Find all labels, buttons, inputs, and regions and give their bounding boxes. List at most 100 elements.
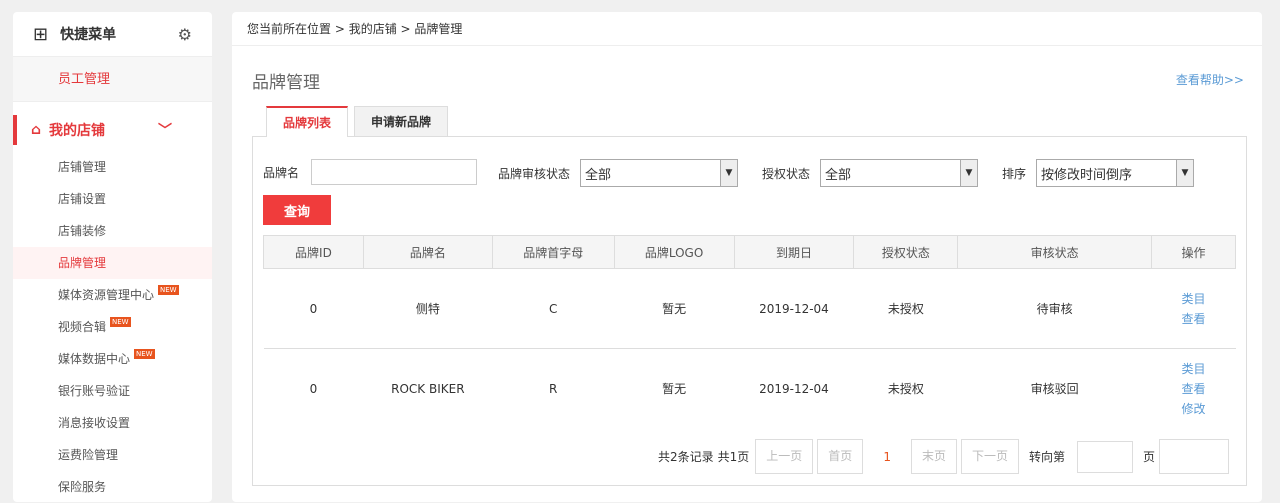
- grid-icon: ⊞: [33, 23, 49, 45]
- chevron-down-icon: ▼: [720, 160, 738, 186]
- sidebar-item[interactable]: 运费险管理: [13, 439, 212, 471]
- sidebar-item[interactable]: 店铺装修: [13, 215, 212, 247]
- goto-button[interactable]: [1159, 439, 1230, 474]
- column-header: 品牌名: [362, 235, 493, 269]
- brand-table: 品牌ID 品牌名 品牌首字母 品牌LOGO 到期日 授权状态 审核状态 操作 0 侧特 C 暂无 201…: [263, 235, 1236, 429]
- sidebar-item[interactable]: 保险服务: [13, 471, 212, 503]
- section-label: 我的店铺: [49, 123, 106, 139]
- table-cell: 暂无: [614, 268, 735, 349]
- sidebar-item[interactable]: 视频合辑 NEW: [13, 311, 212, 343]
- operations-cell: 类目 查看 修改: [1151, 348, 1236, 429]
- table-cell: 2019-12-04: [734, 268, 854, 349]
- quick-menu-title: 快捷菜单: [60, 27, 117, 43]
- auth-status-label: 授权状态: [762, 166, 811, 181]
- sort-select[interactable]: 按修改时间倒序 ▼: [1036, 159, 1195, 187]
- current-page[interactable]: 1: [867, 450, 907, 464]
- goto-label: 转向第: [1028, 450, 1065, 464]
- breadcrumb-current: 品牌管理: [414, 22, 463, 36]
- chevron-down-icon: ﹀: [158, 123, 172, 139]
- pagination: 共2条记录 共1页 上一页 首页 1 末页 下一页 转向第 页: [658, 439, 1230, 474]
- breadcrumb: 您当前所在位置 > 我的店铺 > 品牌管理: [232, 12, 1262, 46]
- sidebar-item-label: 媒体资源管理中心: [58, 288, 155, 302]
- column-header: 品牌LOGO: [613, 235, 735, 269]
- sidebar: ⊞ 快捷菜单 ⚙ 员工管理 ⌂ 我的店铺 ﹀ 店铺管理店铺设置店铺装修品牌管理媒…: [13, 12, 212, 502]
- brand-panel: 品牌名 品牌审核状态 全部 ▼ 授权状态 全部 ▼ 排序 按修改时间倒序 ▼ 查询 品牌ID…: [252, 136, 1247, 486]
- sidebar-item[interactable]: 银行账号验证: [13, 375, 212, 407]
- sidebar-item[interactable]: 消息接收设置: [13, 407, 212, 439]
- sidebar-item-label: 运费险管理: [58, 448, 119, 462]
- sidebar-item-label: 店铺装修: [58, 224, 107, 238]
- table-cell: ROCK BIKER: [363, 348, 493, 429]
- breadcrumb-prefix: 您当前所在位置: [247, 22, 332, 36]
- op-link[interactable]: 类目: [1152, 289, 1236, 309]
- page-title: 品牌管理: [252, 73, 320, 93]
- store-icon: ⌂: [31, 122, 42, 138]
- table-cell: 暂无: [614, 348, 735, 429]
- table-cell: 2019-12-04: [734, 348, 854, 429]
- sidebar-item[interactable]: 媒体资源管理中心 NEW: [13, 279, 212, 311]
- sidebar-item-label: 店铺设置: [58, 192, 107, 206]
- table-cell: 0: [263, 268, 364, 349]
- goto-page-input[interactable]: [1077, 440, 1133, 473]
- column-header: 品牌ID: [263, 235, 364, 269]
- sidebar-item[interactable]: 品牌管理: [13, 247, 212, 279]
- sidebar-item-label: 银行账号验证: [58, 384, 131, 398]
- sidebar-item-label: 消息接收设置: [58, 416, 131, 430]
- table-cell: 审核驳回: [957, 348, 1152, 429]
- audit-status-select[interactable]: 全部 ▼: [580, 159, 739, 187]
- sidebar-section-my-shop[interactable]: ⌂ 我的店铺 ﹀: [13, 115, 212, 145]
- brand-name-label: 品牌名: [263, 165, 300, 180]
- sidebar-item[interactable]: 店铺设置: [13, 183, 212, 215]
- gear-icon[interactable]: ⚙: [178, 25, 192, 44]
- column-header: 品牌首字母: [491, 235, 615, 269]
- quick-item-staff[interactable]: 员工管理: [13, 57, 212, 102]
- operations-cell: 类目 查看: [1151, 268, 1236, 349]
- table-cell: 侧特: [363, 268, 493, 349]
- column-header: 到期日: [733, 235, 855, 269]
- sidebar-item[interactable]: 店铺管理: [13, 151, 212, 183]
- op-link[interactable]: 类目: [1152, 359, 1236, 379]
- search-button[interactable]: 查询: [263, 195, 331, 225]
- new-badge: NEW: [134, 349, 155, 359]
- first-page-button[interactable]: 首页: [817, 439, 864, 474]
- last-page-button[interactable]: 末页: [910, 439, 957, 474]
- new-badge: NEW: [158, 285, 179, 295]
- sidebar-item-label: 店铺管理: [58, 160, 107, 174]
- table-cell: 未授权: [853, 348, 958, 429]
- table-cell: R: [492, 348, 615, 429]
- sidebar-item-label: 保险服务: [58, 480, 107, 494]
- auth-status-select[interactable]: 全部 ▼: [820, 159, 979, 187]
- main-panel: 您当前所在位置 > 我的店铺 > 品牌管理 品牌管理 查看帮助>> 品牌列表 申…: [232, 12, 1262, 502]
- column-header: 操作: [1151, 235, 1236, 269]
- table-cell: 0: [263, 348, 364, 429]
- op-link[interactable]: 查看: [1152, 379, 1236, 399]
- audit-status-label: 品牌审核状态: [498, 166, 571, 181]
- chevron-down-icon: ▼: [1176, 160, 1194, 186]
- op-link[interactable]: 查看: [1152, 309, 1236, 329]
- tab-brand-list[interactable]: 品牌列表: [266, 106, 349, 137]
- sidebar-item-label: 品牌管理: [58, 256, 107, 270]
- record-count: 共2条记录: [658, 450, 714, 464]
- table-cell: 待审核: [957, 268, 1152, 349]
- quick-menu-header: ⊞ 快捷菜单 ⚙: [13, 12, 212, 57]
- chevron-down-icon: ▼: [960, 160, 978, 186]
- sidebar-item-label: 媒体数据中心: [58, 352, 131, 366]
- table-cell: 未授权: [853, 268, 958, 349]
- tab-apply-brand[interactable]: 申请新品牌: [354, 106, 449, 136]
- next-page-button[interactable]: 下一页: [960, 439, 1019, 474]
- breadcrumb-shop[interactable]: 我的店铺: [349, 22, 397, 36]
- table-cell: C: [492, 268, 615, 349]
- column-header: 审核状态: [957, 235, 1153, 269]
- table-row: 0 侧特 C 暂无 2019-12-04 未授权 待审核 类目 查看: [263, 268, 1236, 349]
- column-header: 授权状态: [853, 235, 959, 269]
- new-badge: NEW: [110, 317, 131, 327]
- help-link[interactable]: 查看帮助>>: [1176, 71, 1244, 88]
- page-count: 共1页: [717, 450, 750, 464]
- brand-name-input[interactable]: [311, 159, 478, 185]
- sidebar-item[interactable]: 媒体数据中心 NEW: [13, 343, 212, 375]
- table-row: 0 ROCK BIKER R 暂无 2019-12-04 未授权 审核驳回 类目 查看 修改: [263, 348, 1236, 429]
- sidebar-item-label: 视频合辑: [58, 320, 107, 334]
- prev-page-button[interactable]: 上一页: [755, 439, 814, 474]
- page-unit-label: 页: [1143, 450, 1156, 464]
- op-link[interactable]: 修改: [1152, 399, 1236, 419]
